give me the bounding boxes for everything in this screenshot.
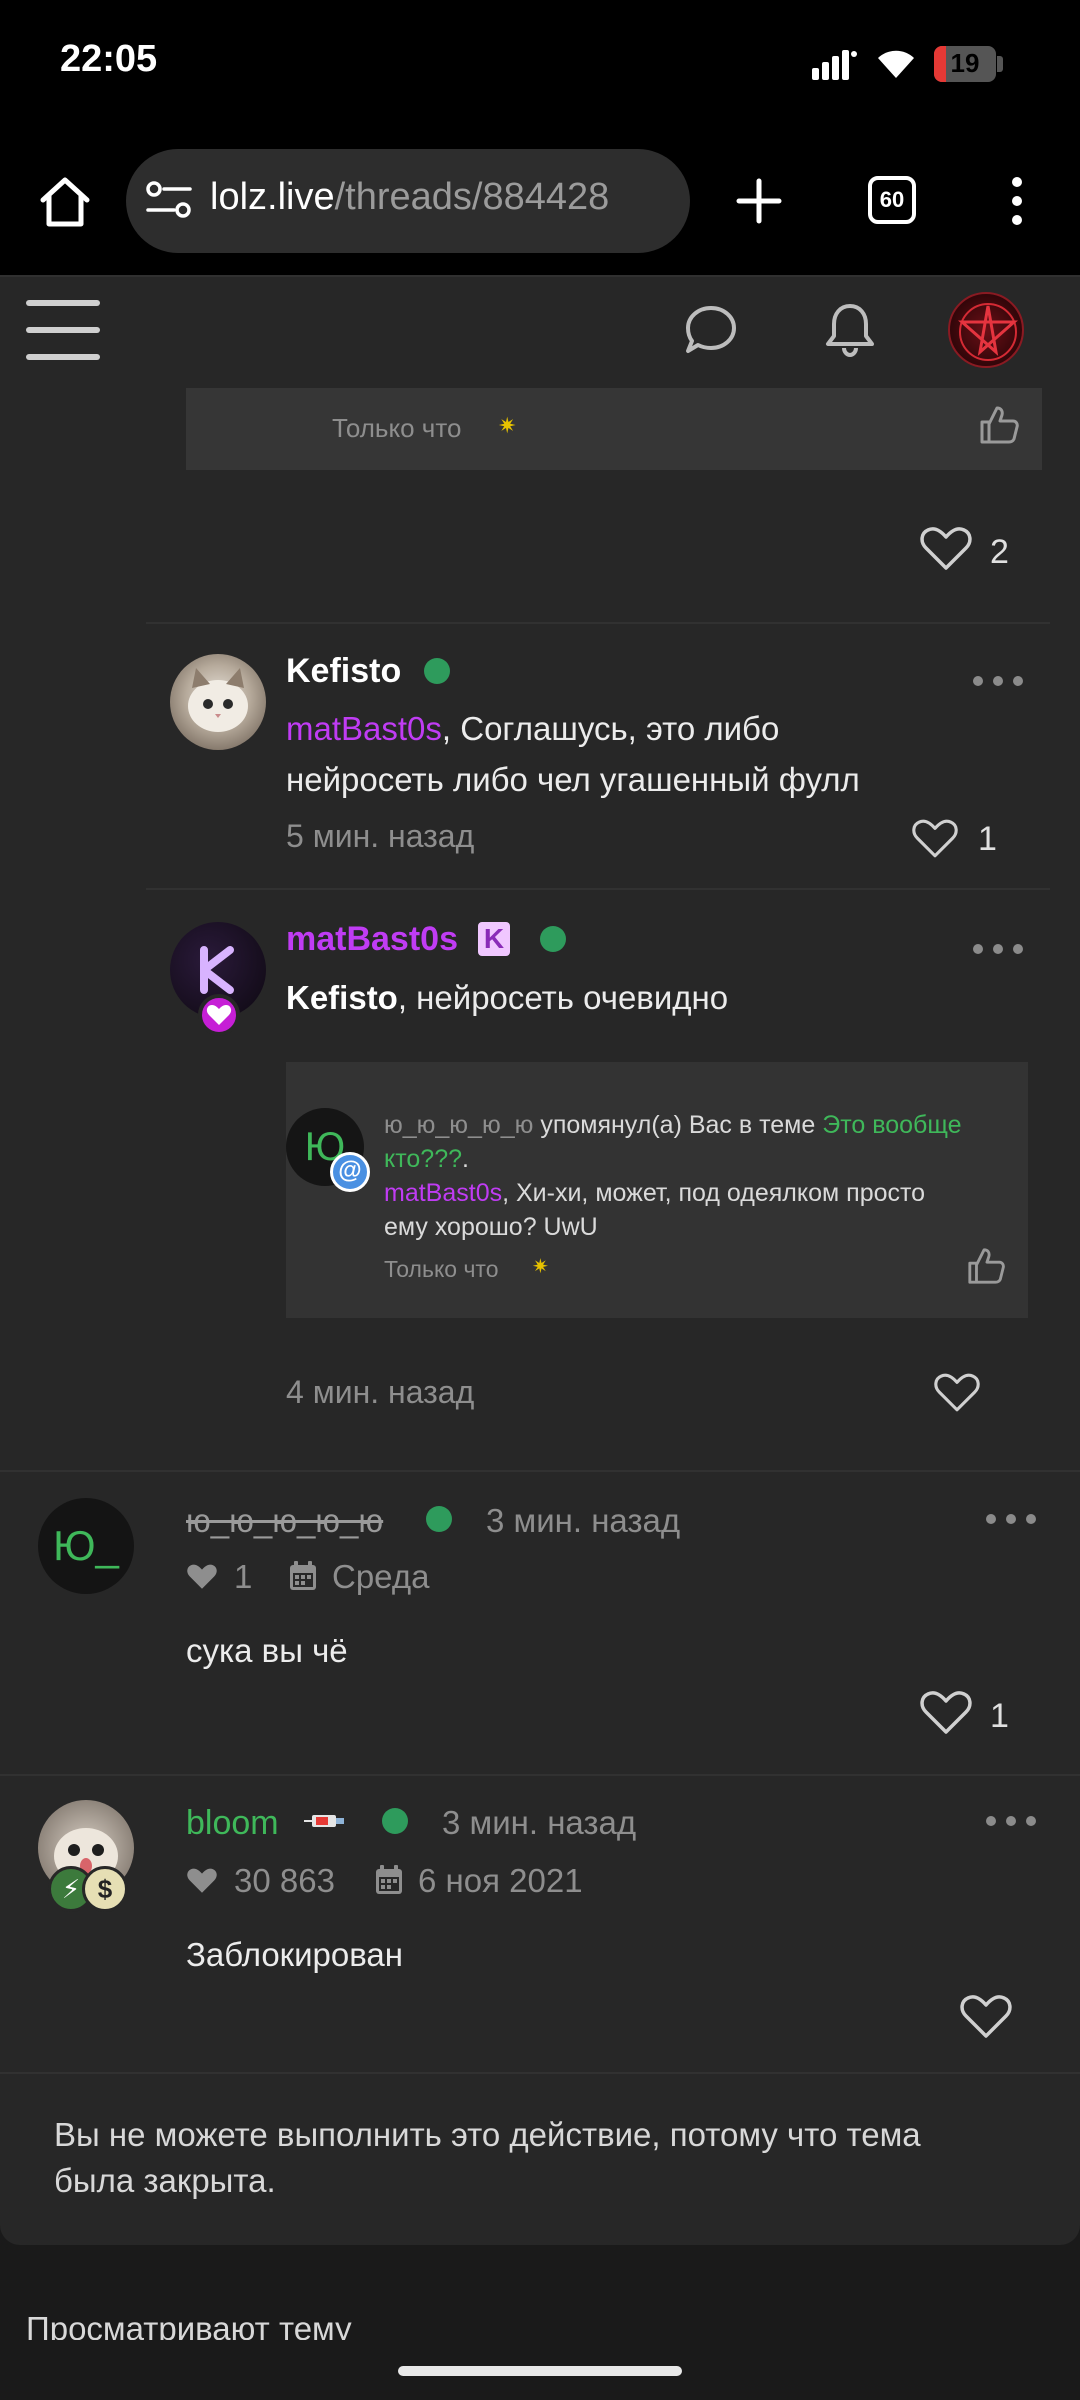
heart-icon[interactable]	[934, 1372, 980, 1414]
avatar-kefisto[interactable]	[170, 654, 266, 750]
thread-link[interactable]: Это вообще	[822, 1111, 961, 1139]
online-indicator	[540, 926, 566, 952]
url-text[interactable]: lolz.live/threads/884428	[210, 176, 670, 219]
new-star-icon: ✷	[532, 1256, 549, 1278]
chat-icon[interactable]	[684, 304, 738, 356]
mention-link[interactable]: Kefisto	[286, 979, 398, 1016]
post-text: сука вы чё	[186, 1632, 348, 1669]
home-icon[interactable]	[38, 176, 92, 228]
like-icon[interactable]	[978, 404, 1020, 446]
like-icon[interactable]	[966, 1246, 1006, 1286]
divider	[0, 2072, 1080, 2074]
new-star-icon: ✷	[498, 413, 517, 438]
tabs-button[interactable]: 60	[868, 176, 916, 224]
url-host: lolz.live	[210, 176, 335, 218]
post-time[interactable]: 4 мин. назад	[286, 1374, 474, 1411]
divider	[146, 888, 1050, 890]
signal-icon	[812, 50, 857, 80]
online-indicator	[424, 658, 450, 684]
post-author[interactable]: bloom	[186, 1804, 279, 1843]
post-author[interactable]: Kefisto	[286, 652, 401, 691]
heart-icon[interactable]	[920, 526, 972, 572]
post-text: Kefisto, нейросеть очевидно	[286, 979, 729, 1016]
quote-time: Только что	[332, 413, 462, 443]
more-options-icon[interactable]	[973, 944, 1023, 954]
site-settings-icon[interactable]	[146, 180, 192, 220]
more-menu-icon[interactable]	[1010, 176, 1024, 226]
mention-link[interactable]: matBast0s	[286, 710, 442, 747]
heart-icon[interactable]	[920, 1690, 972, 1736]
url-path: /threads/884428	[334, 176, 610, 218]
calendar-icon	[290, 1561, 316, 1590]
user-likes-total: 1	[234, 1558, 253, 1595]
divider	[0, 1470, 1080, 1472]
hamburger-menu-icon[interactable]	[26, 300, 100, 360]
heart-icon[interactable]	[912, 818, 958, 860]
more-options-icon[interactable]	[986, 1816, 1036, 1826]
notification-time: Только что	[384, 1256, 499, 1282]
mention-at-icon: @	[330, 1152, 370, 1192]
home-indicator[interactable]	[398, 2366, 682, 2376]
post-text: Заблокирован	[186, 1936, 403, 1973]
heart-badge-icon	[198, 994, 240, 1036]
more-options-icon[interactable]	[973, 676, 1023, 686]
online-indicator	[426, 1506, 452, 1532]
online-indicator	[382, 1808, 408, 1834]
divider	[0, 1774, 1080, 1776]
user-likes-total: 30 863	[234, 1862, 335, 1899]
notification-user[interactable]: ю_ю_ю_ю_ю	[384, 1111, 533, 1139]
user-avatar[interactable]	[948, 292, 1024, 368]
mention-link[interactable]: matBast0s	[384, 1179, 502, 1207]
battery-level: 19	[950, 48, 980, 78]
divider	[146, 622, 1050, 624]
thread-closed-notice: Вы не можете выполнить это действие, пот…	[54, 2116, 921, 2199]
calendar-icon	[376, 1865, 402, 1894]
status-clock: 22:05	[60, 38, 158, 80]
post-author[interactable]: matBast0s	[286, 920, 458, 959]
heart-icon[interactable]	[960, 1994, 1012, 2040]
dollar-badge-icon: $	[82, 1866, 128, 1912]
site-header	[0, 275, 1080, 387]
wifi-icon	[878, 50, 914, 78]
new-tab-icon[interactable]	[736, 178, 782, 224]
like-count: 1	[990, 1697, 1009, 1735]
bell-icon[interactable]	[824, 300, 876, 358]
post-time[interactable]: 3 мин. назад	[442, 1804, 636, 1842]
user-joined: 6 ноя 2021	[418, 1862, 583, 1899]
user-badge-icon: K	[478, 922, 510, 956]
avatar-yu[interactable]: Ю_	[38, 1498, 134, 1594]
post-author[interactable]: ю_ю_ю_ю_ю	[186, 1502, 383, 1540]
post-text: matBast0s, Соглашусь, это либо нейросеть…	[286, 710, 860, 798]
syringe-icon	[304, 1815, 344, 1827]
post-time[interactable]: 3 мин. назад	[486, 1502, 680, 1540]
more-options-icon[interactable]	[986, 1514, 1036, 1524]
heart-icon	[187, 1868, 217, 1893]
like-count: 1	[978, 820, 997, 858]
like-count: 2	[990, 533, 1009, 571]
heart-icon	[187, 1564, 217, 1589]
quoted-notification	[186, 388, 1042, 470]
battery-icon: 19	[934, 46, 1004, 82]
notification-text: ю_ю_ю_ю_ю упомянул(а) Вас в теме Это воо…	[384, 1111, 962, 1241]
user-joined: Среда	[332, 1558, 430, 1595]
post-time[interactable]: 5 мин. назад	[286, 818, 474, 855]
